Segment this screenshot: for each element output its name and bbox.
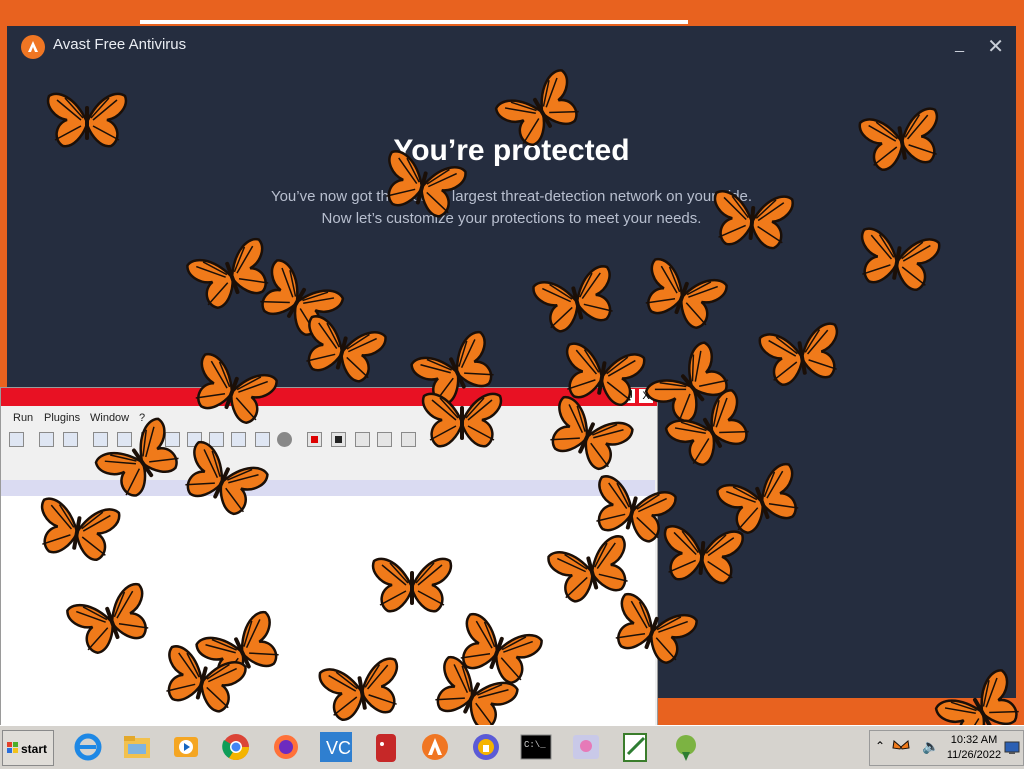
visual-studio-code-icon[interactable]: VC (318, 730, 354, 764)
butterfly-icon (657, 521, 746, 592)
zoom-out-icon[interactable] (63, 432, 78, 447)
butterfly-icon (420, 390, 504, 454)
red-character-icon[interactable] (368, 730, 404, 764)
setup-tool-icon[interactable] (668, 730, 704, 764)
butterfly-icon (45, 90, 129, 154)
monitor-icon[interactable] (277, 432, 292, 447)
butterfly-icon (370, 555, 454, 619)
find-icon[interactable] (9, 432, 24, 447)
run-multiple-icon[interactable] (377, 432, 392, 447)
secure-browser-icon[interactable] (468, 730, 504, 764)
zoom-in-icon[interactable] (39, 432, 54, 447)
svg-text:C:\_: C:\_ (524, 740, 546, 750)
stop-macro-icon[interactable] (331, 432, 346, 447)
start-label: start (21, 742, 48, 756)
butterfly-icon (707, 186, 796, 257)
firefox-icon[interactable] (268, 730, 304, 764)
svg-text:VC: VC (326, 738, 351, 758)
internet-explorer-icon[interactable] (70, 730, 106, 764)
subtitle-line-1: You’ve now got the world’s largest threa… (270, 188, 753, 205)
avast-titlebar[interactable]: Avast Free Antivirus _ ✕ (7, 26, 1016, 66)
clock-time[interactable]: 10:32 AM (946, 734, 1002, 746)
clock-date[interactable]: 11/26/2022 (946, 749, 1002, 761)
menu-window[interactable]: Window (90, 412, 129, 424)
window-title: Avast Free Antivirus (53, 36, 187, 53)
close-button[interactable]: ✕ (987, 34, 1004, 59)
avast-icon[interactable] (417, 730, 453, 764)
function-list-icon[interactable] (231, 432, 246, 447)
avast-logo-icon (21, 35, 45, 59)
system-tray: ⌃ 🔈 10:32 AM 11/26/2022 (869, 730, 1024, 766)
notification-icon[interactable] (1004, 741, 1020, 755)
command-prompt-icon[interactable]: C:\_ (518, 730, 554, 764)
show-hidden-icons-icon[interactable]: ⌃ (875, 739, 885, 753)
image-viewer-icon[interactable] (568, 730, 604, 764)
volume-icon[interactable]: 🔈 (922, 738, 939, 755)
chrome-icon[interactable] (218, 730, 254, 764)
save-macro-icon[interactable] (401, 432, 416, 447)
play-macro-icon[interactable] (355, 432, 370, 447)
media-player-icon[interactable] (168, 730, 204, 764)
start-button[interactable]: start (2, 730, 54, 766)
file-explorer-icon[interactable] (119, 730, 155, 764)
record-macro-icon[interactable] (307, 432, 322, 447)
menu-plugins[interactable]: Plugins (44, 412, 80, 424)
butterfly-tray-icon[interactable] (892, 739, 910, 755)
sync-vertical-icon[interactable] (93, 432, 108, 447)
desktop-strip (140, 20, 688, 24)
windows-flag-icon (7, 742, 18, 753)
minimize-button[interactable]: _ (955, 36, 964, 54)
tab-strip[interactable] (1, 480, 655, 496)
notepad-editor-icon[interactable] (618, 730, 654, 764)
menu-run[interactable]: Run (13, 412, 33, 424)
taskbar: start VC C:\_ ⌃ 🔈 10:32 AM 11/26/2022 (0, 725, 1024, 769)
